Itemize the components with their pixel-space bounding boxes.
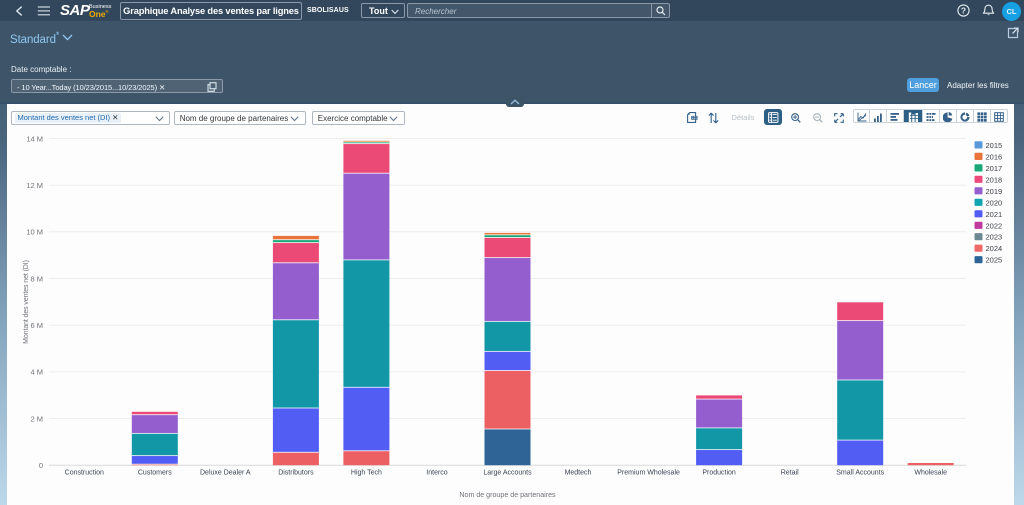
- svg-text:2024: 2024: [986, 244, 1003, 253]
- svg-text:Medtech: Medtech: [565, 470, 592, 477]
- svg-text:Production: Production: [702, 470, 736, 477]
- svg-text:Construction: Construction: [65, 470, 104, 477]
- svg-text:Nom de groupe de partenaires: Nom de groupe de partenaires: [459, 491, 556, 499]
- svg-text:12 M: 12 M: [26, 181, 43, 190]
- svg-text:8 M: 8 M: [30, 274, 43, 283]
- svg-text:2 M: 2 M: [30, 414, 43, 423]
- svg-text:2023: 2023: [986, 233, 1003, 242]
- svg-text:2015: 2015: [986, 141, 1003, 150]
- svg-text:High Tech: High Tech: [351, 470, 382, 477]
- svg-text:Montant des ventes net (DI): Montant des ventes net (DI): [23, 260, 30, 344]
- svg-text:10 M: 10 M: [26, 228, 43, 237]
- svg-text:0: 0: [39, 461, 43, 470]
- svg-text:Customers: Customers: [138, 470, 172, 477]
- svg-text:Interco: Interco: [426, 470, 448, 477]
- svg-text:Premium Wholesale: Premium Wholesale: [617, 470, 680, 477]
- svg-text:Small Accounts: Small Accounts: [836, 470, 884, 477]
- svg-text:14 M: 14 M: [26, 134, 43, 143]
- svg-text:Large Accounts: Large Accounts: [483, 470, 532, 477]
- svg-text:4 M: 4 M: [30, 368, 43, 377]
- svg-text:2016: 2016: [986, 152, 1003, 161]
- svg-text:6 M: 6 M: [30, 321, 43, 330]
- svg-text:2017: 2017: [986, 164, 1003, 173]
- svg-text:Retail: Retail: [781, 470, 799, 477]
- svg-text:Wholesale: Wholesale: [914, 470, 947, 477]
- svg-text:Deluxe Dealer A: Deluxe Dealer A: [200, 470, 251, 477]
- svg-text:2025: 2025: [986, 256, 1003, 265]
- svg-text:2019: 2019: [986, 187, 1003, 196]
- svg-text:Distributors: Distributors: [278, 470, 314, 477]
- svg-text:2018: 2018: [986, 175, 1003, 184]
- svg-text:2022: 2022: [986, 221, 1003, 230]
- svg-text:2021: 2021: [986, 210, 1003, 219]
- svg-text:2020: 2020: [986, 198, 1003, 207]
